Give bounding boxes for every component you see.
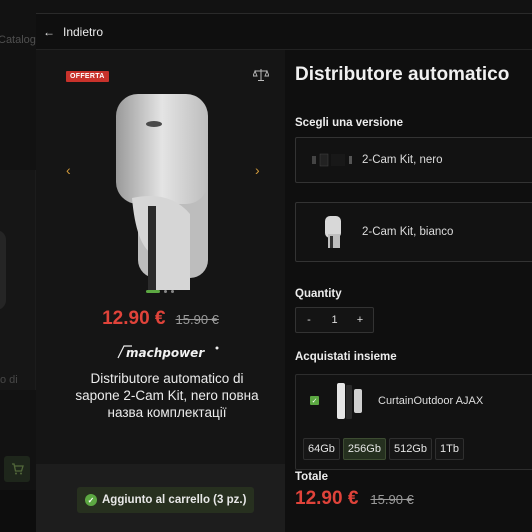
quantity-stepper: - 1 + [295,307,374,333]
version-option[interactable]: 2-Cam Kit, nero [295,137,532,183]
back-button[interactable]: Indietro [63,25,103,39]
total-price: 12.90 € [295,488,359,509]
variant-option[interactable]: 512Gb [388,438,432,460]
total-old-price: 15.90 € [370,492,414,507]
chevron-left-icon[interactable]: ‹ [66,162,71,178]
scale-icon[interactable] [253,68,269,82]
bundle-checkbox[interactable]: ✓ [310,396,319,405]
arrow-left-icon[interactable]: ← [43,25,55,39]
bundle-thumb [337,383,362,419]
variant-option[interactable]: 64Gb [303,438,340,460]
gallery-dots [146,290,174,293]
version-label-bianco: 2-Cam Kit, bianco [362,226,454,238]
gallery-dot[interactable] [164,290,167,293]
current-price: 12.90 € [102,308,166,329]
quantity-label: Quantity [295,288,342,300]
product-title: Distributore automatico [295,64,510,85]
version-thumb [308,203,358,261]
product-modal: ← Indietro OFFERTA ‹ › 12.90 € 15.90 € m… [36,13,532,532]
bundle-item: ✓ CurtainOutdoor AJAX 64Gb 256Gb 512Gb 1… [295,374,532,470]
total-label: Totale [295,471,329,483]
added-to-cart-toast: ✓ Aggiunto al carrello (3 pz.) [77,487,255,513]
gallery-dot[interactable] [171,290,174,293]
total-row: 12.90 € 15.90 € [295,488,414,510]
quantity-minus-button[interactable]: - [296,308,322,332]
old-price: 15.90 € [175,312,219,327]
bundle-label: Acquistati insieme [295,351,397,363]
chevron-right-icon[interactable]: › [255,162,260,178]
product-description: Distributore automatico di sapone 2-Cam … [75,371,259,420]
bundle-item-label: CurtainOutdoor AJAX [378,395,484,407]
quantity-value[interactable]: 1 [322,308,347,332]
brand-logo: machpower [117,345,219,360]
product-gallery: OFFERTA ‹ › 12.90 € 15.90 € machpower Di… [36,50,285,532]
product-image [116,94,208,292]
version-thumb [308,138,358,182]
offer-badge: OFFERTA [66,71,109,82]
version-label-nero: 2-Cam Kit, nero [362,154,443,166]
toast-area: ✓ Aggiunto al carrello (3 pz.) [36,464,285,532]
variant-option[interactable]: 256Gb [342,438,386,460]
check-circle-icon: ✓ [85,494,97,506]
variant-option[interactable]: 1Tb [434,438,464,460]
gallery-dot[interactable] [146,290,160,293]
version-label: Scegli una versione [295,117,404,129]
quantity-plus-button[interactable]: + [347,308,373,332]
modal-header: ← Indietro [36,14,532,50]
version-option[interactable]: 2-Cam Kit, bianco [295,202,532,262]
toast-label: Aggiunto al carrello (3 pz.) [102,494,247,506]
product-details: Distributore automatico Scegli una versi… [295,50,532,532]
svg-text:machpower: machpower [126,346,205,360]
variant-group: 64Gb 256Gb 512Gb 1Tb [303,438,464,460]
price-row: 12.90 € 15.90 € [36,308,285,330]
